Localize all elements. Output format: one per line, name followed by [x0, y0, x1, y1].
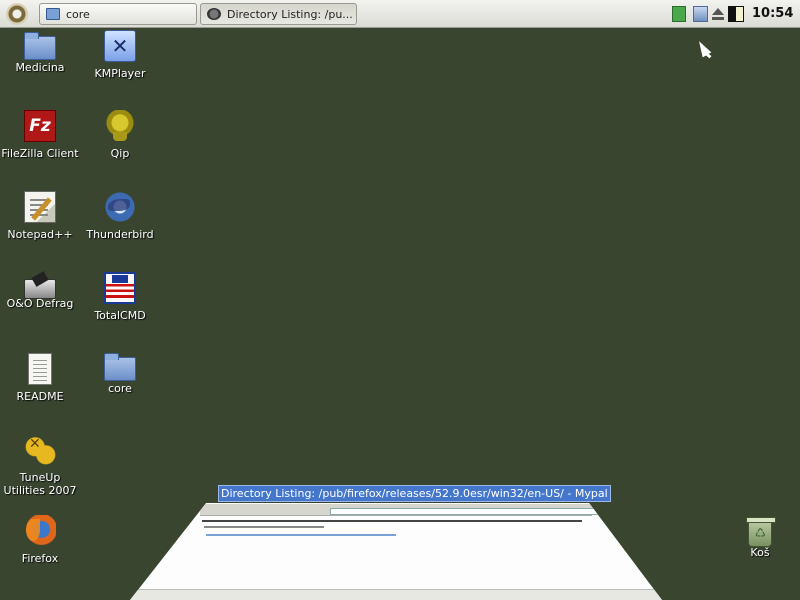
desktop-icon-label: Notepad++: [7, 228, 73, 241]
desktop-icon-label: Qip: [110, 147, 130, 160]
defrag-icon: [24, 279, 56, 299]
desktop-icon-medicina[interactable]: Medicina: [0, 32, 80, 74]
tuneup-icon: [24, 434, 56, 466]
desktop-icon-label: Medicina: [15, 61, 65, 74]
desktop-icon-readme[interactable]: README: [0, 353, 80, 403]
desktop-icon-firefox[interactable]: Firefox: [0, 515, 80, 565]
thunderbird-icon: [104, 191, 136, 223]
desktop-icon-label: core: [108, 382, 132, 395]
desktop-icon-label: TotalCMD: [94, 309, 146, 322]
desktop-icon-tuneup[interactable]: TuneUp Utilities 2007: [0, 434, 80, 497]
main-menu-icon[interactable]: [6, 3, 28, 25]
desktop-icon-thunderbird[interactable]: Thunderbird: [80, 191, 160, 241]
kmplayer-icon: [104, 30, 136, 62]
clock[interactable]: 10:54: [752, 6, 793, 21]
document-icon: [28, 353, 52, 385]
desktop-icon-label: Firefox: [21, 552, 59, 565]
notepad-icon: [24, 191, 56, 223]
totalcmd-icon: [104, 272, 136, 304]
window-preview-title: Directory Listing: /pub/firefox/releases…: [218, 485, 611, 502]
top-panel: core Directory Listing: /pu... 10:54: [0, 0, 800, 28]
taskbar-item-label: Directory Listing: /pu...: [227, 7, 353, 21]
firefox-icon: [24, 515, 56, 547]
preview-text-line: [202, 520, 582, 522]
eject-icon[interactable]: [711, 6, 725, 22]
desktop-icon-core[interactable]: core: [80, 353, 160, 395]
desktop-icon-label: TuneUp Utilities 2007: [3, 471, 77, 497]
preview-toolbar: [200, 504, 610, 516]
desktop-icon-label: FileZilla Client: [1, 147, 79, 160]
desktop-icon-filezilla[interactable]: FileZilla Client: [0, 110, 80, 160]
desktop-icon-notepad[interactable]: Notepad++: [0, 191, 80, 241]
desktop-icon-kmplayer[interactable]: KMPlayer: [80, 30, 160, 80]
desktop-icon-label: Koš: [750, 546, 770, 559]
battery-icon[interactable]: [728, 6, 744, 22]
desktop-icon-label: KMPlayer: [94, 67, 146, 80]
desktop-icon-defrag[interactable]: O&O Defrag: [0, 272, 80, 310]
taskbar-item-browser[interactable]: Directory Listing: /pu...: [200, 3, 357, 25]
preview-url-bar: [330, 508, 610, 515]
desktop-icon-trash[interactable]: Koš: [720, 515, 800, 559]
trash-icon: [746, 517, 776, 547]
browser-icon: [207, 8, 221, 20]
preview-text-line: [204, 526, 324, 528]
preview-text-line: [206, 534, 396, 536]
package-updates-icon[interactable]: [693, 6, 708, 22]
mouse-cursor-icon: [694, 38, 712, 58]
desktop-icon-label: README: [16, 390, 64, 403]
folder-icon: [46, 8, 60, 20]
window-preview[interactable]: [130, 503, 662, 600]
taskbar-item-label: core: [66, 7, 90, 21]
network-icon[interactable]: [672, 6, 686, 22]
folder-icon: [104, 353, 136, 381]
desktop-icon-qip[interactable]: Qip: [80, 110, 160, 160]
filezilla-icon: [24, 110, 56, 142]
qip-icon: [104, 110, 136, 142]
desktop-icon-totalcmd[interactable]: TotalCMD: [80, 272, 160, 322]
folder-icon: [24, 32, 56, 60]
desktop-icon-label: Thunderbird: [86, 228, 154, 241]
taskbar-item-core[interactable]: core: [39, 3, 197, 25]
preview-status-bar: [130, 589, 662, 600]
